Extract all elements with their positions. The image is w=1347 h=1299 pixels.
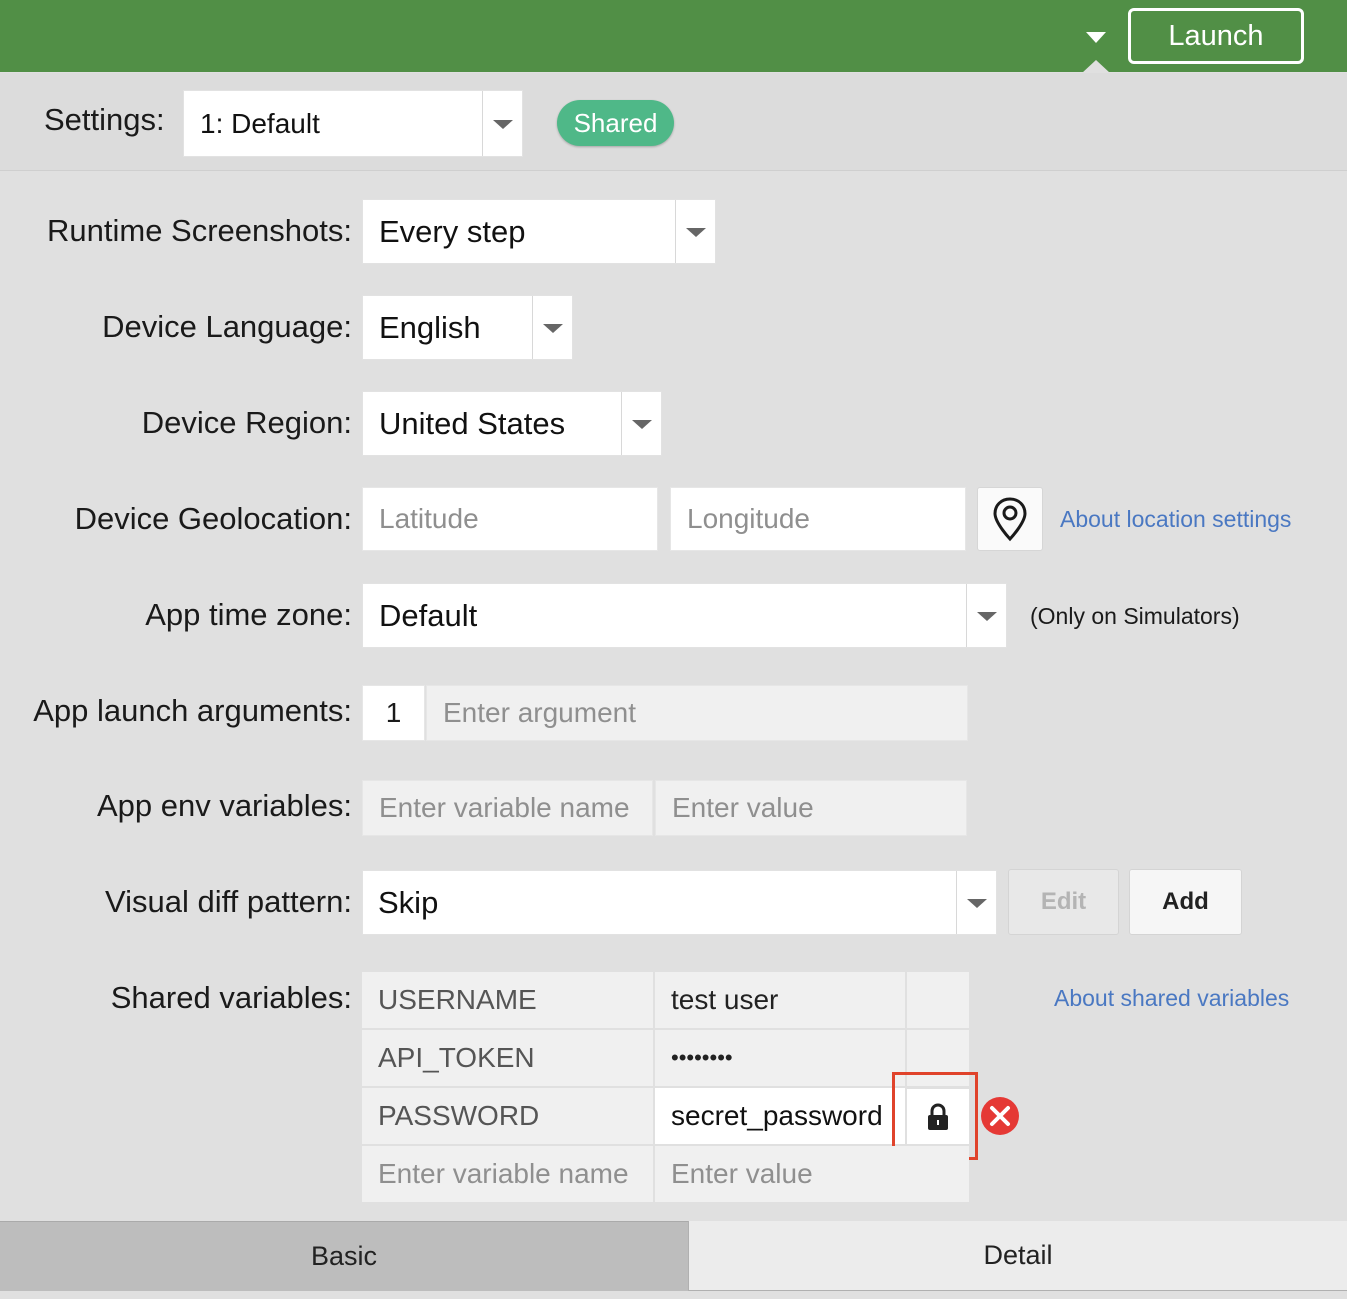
shared-badge: Shared (557, 100, 674, 146)
add-button[interactable]: Add (1129, 869, 1242, 935)
chevron-down-icon (543, 323, 563, 333)
about-shared-variables-link[interactable]: About shared variables (1054, 985, 1289, 1012)
shared-var-lock-cell (907, 972, 969, 1028)
launch-argument-placeholder: Enter argument (443, 697, 636, 728)
edit-button[interactable]: Edit (1008, 869, 1119, 935)
shared-var-value-input[interactable]: secret_password (655, 1088, 905, 1144)
env-var-name-input[interactable]: Enter variable name (362, 780, 653, 836)
chevron-down-icon (686, 227, 706, 237)
popover-notch (1082, 60, 1110, 73)
settings-label: Settings: (44, 102, 165, 137)
settings-select[interactable]: 1: Default (183, 90, 523, 157)
visual-diff-pattern-label: Visual diff pattern: (104, 884, 352, 919)
device-language-select[interactable]: English (362, 295, 573, 360)
app-launch-arguments-label: App launch arguments: (33, 693, 352, 728)
simulators-note: (Only on Simulators) (1030, 603, 1240, 629)
env-var-value-placeholder: Enter value (672, 792, 814, 823)
shared-var-value-cell[interactable]: •••••••• (655, 1030, 905, 1086)
chevron-down-icon (967, 898, 987, 908)
shared-var-name-cell[interactable]: PASSWORD (362, 1088, 653, 1144)
map-pin-icon (993, 497, 1027, 542)
runtime-screenshots-select[interactable]: Every step (362, 199, 716, 264)
shared-var-value: test user (671, 984, 779, 1015)
new-shared-var-value-input[interactable]: Enter value (655, 1146, 969, 1202)
remove-variable-button[interactable] (980, 1096, 1020, 1136)
app-env-variables-label: App env variables: (96, 788, 352, 823)
runtime-screenshots-value: Every step (379, 213, 526, 249)
env-var-value-input[interactable]: Enter value (655, 780, 967, 836)
chevron-down-icon (977, 611, 997, 621)
tab-bar: Basic Detail (0, 1221, 1347, 1299)
runtime-screenshots-label: Runtime Screenshots: (47, 213, 352, 248)
settings-select-value: 1: Default (200, 107, 320, 139)
shared-var-value: •••••••• (671, 1045, 733, 1070)
launch-argument-input[interactable]: Enter argument (426, 685, 968, 741)
shared-var-name: PASSWORD (378, 1100, 540, 1131)
chevron-down-icon (632, 419, 652, 429)
env-var-name-placeholder: Enter variable name (379, 792, 630, 823)
app-time-zone-select[interactable]: Default (362, 583, 1007, 648)
device-geolocation-label: Device Geolocation: (74, 501, 352, 536)
shared-var-name-cell[interactable]: USERNAME (362, 972, 653, 1028)
new-shared-var-value-placeholder: Enter value (671, 1158, 813, 1189)
new-shared-var-name-placeholder: Enter variable name (378, 1158, 629, 1189)
device-region-label: Device Region: (141, 405, 352, 440)
app-time-zone-value: Default (379, 597, 478, 633)
pick-location-button[interactable] (977, 487, 1043, 551)
tab-basic[interactable]: Basic (0, 1221, 688, 1291)
shared-var-name-cell[interactable]: API_TOKEN (362, 1030, 653, 1086)
shared-var-value-cell[interactable]: test user (655, 972, 905, 1028)
launch-button[interactable]: Launch (1128, 8, 1304, 64)
about-location-settings-link[interactable]: About location settings (1060, 506, 1291, 533)
launch-options-arrow-icon[interactable] (1086, 32, 1106, 43)
chevron-down-icon (493, 119, 513, 129)
visual-diff-pattern-select[interactable]: Skip (362, 870, 997, 935)
remove-icon (981, 1097, 1019, 1135)
app-time-zone-label: App time zone: (145, 597, 352, 632)
new-shared-var-name-input[interactable]: Enter variable name (362, 1146, 653, 1202)
device-region-select[interactable]: United States (362, 391, 662, 456)
shared-var-name: API_TOKEN (378, 1042, 535, 1073)
latitude-input[interactable]: Latitude (362, 487, 658, 551)
shared-var-name: USERNAME (378, 984, 537, 1015)
device-language-label: Device Language: (102, 309, 352, 344)
tab-detail[interactable]: Detail (688, 1221, 1347, 1291)
longitude-input[interactable]: Longitude (670, 487, 966, 551)
latitude-placeholder: Latitude (379, 503, 479, 534)
visual-diff-pattern-value: Skip (378, 884, 439, 920)
device-region-value: United States (379, 405, 566, 441)
longitude-placeholder: Longitude (687, 503, 811, 534)
device-language-value: English (379, 309, 481, 345)
shared-variables-label: Shared variables: (110, 980, 352, 1015)
argument-index: 1 (362, 685, 425, 741)
shared-var-value: secret_password (671, 1100, 883, 1131)
